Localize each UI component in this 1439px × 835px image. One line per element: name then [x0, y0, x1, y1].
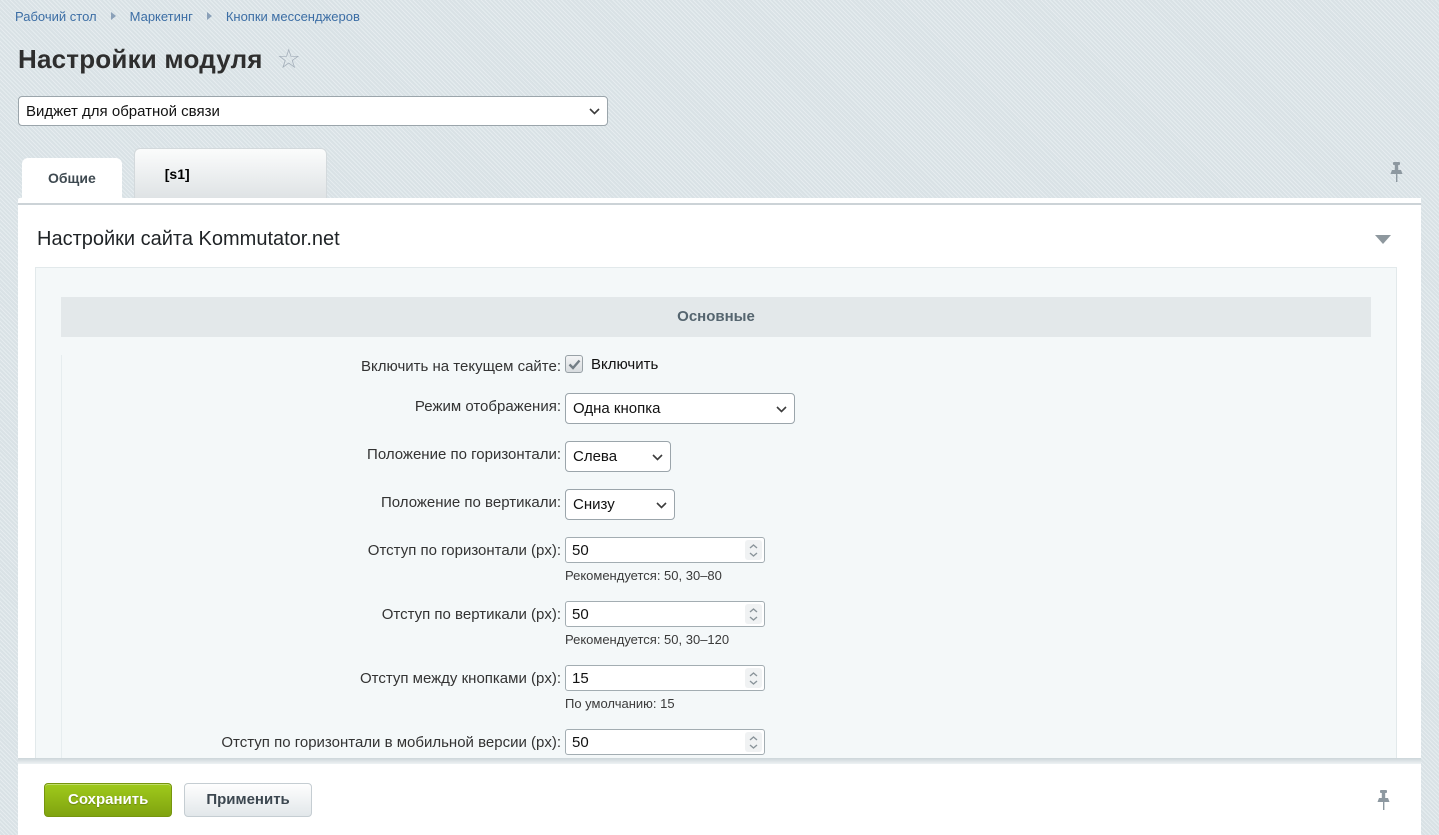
- mobile-horizontal-offset-input[interactable]: [565, 729, 765, 755]
- tab-general-label: Общие: [48, 170, 96, 186]
- settings-form-box: Основные Включить на текущем сайте:Включ…: [35, 267, 1397, 758]
- form-row-vertical-offset: Отступ по вертикали (px):Рекомендуется: …: [62, 601, 1371, 648]
- horizontal-position-select[interactable]: Слева: [565, 441, 671, 472]
- breadcrumb-separator-icon: [111, 12, 116, 20]
- form-row-vertical-position: Положение по вертикали:Снизу: [62, 489, 1371, 520]
- settings-panel: Настройки сайта Kommutator.net Основные …: [18, 205, 1421, 758]
- vertical-position-select-field: Снизу: [565, 489, 675, 520]
- mobile-horizontal-offset-number-field: [565, 729, 765, 755]
- vertical-offset-number-field: [565, 601, 765, 627]
- section-header: Основные: [61, 297, 1371, 337]
- pin-icon[interactable]: [1376, 789, 1391, 812]
- display-mode-select[interactable]: Одна кнопка: [565, 393, 795, 424]
- spinner-down-icon[interactable]: [749, 744, 758, 749]
- horizontal-offset-hint: Рекомендуется: 50, 30–80: [565, 568, 1371, 584]
- spinner-up-icon[interactable]: [749, 608, 758, 613]
- form-row-enable-on-site: Включить на текущем сайте: Включить: [62, 355, 1371, 376]
- spinner-up-icon[interactable]: [749, 544, 758, 549]
- spinner-down-icon[interactable]: [749, 680, 758, 685]
- button-gap-hint: По умолчанию: 15: [565, 696, 1371, 712]
- apply-button[interactable]: Применить: [184, 783, 311, 817]
- page-title-row: Настройки модуля ☆: [18, 45, 1421, 73]
- button-gap-label: Отступ между кнопками (px):: [62, 665, 565, 688]
- enable-on-site-label: Включить на текущем сайте:: [62, 355, 565, 376]
- form-row-button-gap: Отступ между кнопками (px):По умолчанию:…: [62, 665, 1371, 712]
- horizontal-offset-input[interactable]: [565, 537, 765, 563]
- horizontal-offset-number-field: [565, 537, 765, 563]
- pin-icon[interactable]: [1389, 161, 1404, 184]
- horizontal-position-label: Положение по горизонтали:: [62, 441, 565, 464]
- button-gap-control: По умолчанию: 15: [565, 665, 1371, 712]
- button-gap-spinner[interactable]: [745, 668, 762, 688]
- horizontal-offset-control: Рекомендуется: 50, 30–80: [565, 537, 1371, 584]
- page-title: Настройки модуля: [18, 44, 263, 75]
- breadcrumb-item-desktop[interactable]: Рабочий стол: [15, 9, 97, 24]
- display-mode-label: Режим отображения:: [62, 393, 565, 416]
- mobile-horizontal-offset-control: По умолчанию: как в десктопной версии (5…: [565, 729, 1371, 758]
- vertical-offset-input[interactable]: [565, 601, 765, 627]
- vertical-position-control: Снизу: [565, 489, 1371, 520]
- favorite-star-icon[interactable]: ☆: [277, 46, 301, 73]
- module-select-field: Виджет для обратной связи: [18, 96, 608, 126]
- vertical-offset-hint: Рекомендуется: 50, 30–120: [565, 632, 1371, 648]
- page: Рабочий стол Маркетинг Кнопки мессенджер…: [0, 0, 1439, 835]
- horizontal-position-control: Слева: [565, 441, 1371, 472]
- vertical-position-select[interactable]: Снизу: [565, 489, 675, 520]
- breadcrumb-item-marketing[interactable]: Маркетинг: [130, 9, 193, 24]
- mobile-horizontal-offset-spinner[interactable]: [745, 732, 762, 752]
- site-settings-title: Настройки сайта Kommutator.net: [37, 228, 340, 251]
- vertical-offset-label: Отступ по вертикали (px):: [62, 601, 565, 624]
- breadcrumb: Рабочий стол Маркетинг Кнопки мессенджер…: [15, 0, 1421, 24]
- spinner-up-icon[interactable]: [749, 672, 758, 677]
- footer-toolbar: Сохранить Применить: [18, 764, 1421, 835]
- display-mode-select-field: Одна кнопка: [565, 393, 795, 424]
- mobile-horizontal-offset-label: Отступ по горизонтали в мобильной версии…: [62, 729, 565, 752]
- enable-on-site-checkbox[interactable]: [565, 355, 583, 373]
- horizontal-offset-label: Отступ по горизонтали (px):: [62, 537, 565, 560]
- spinner-down-icon[interactable]: [749, 616, 758, 621]
- spinner-down-icon[interactable]: [749, 552, 758, 557]
- tabs-bar: Общие [s1]: [18, 148, 1421, 198]
- form-row-horizontal-offset: Отступ по горизонтали (px):Рекомендуется…: [62, 537, 1371, 584]
- enable-on-site-checkbox-label: Включить: [591, 356, 658, 373]
- tab-pin-strip: [18, 198, 1421, 205]
- display-mode-control: Одна кнопка: [565, 393, 1371, 424]
- site-settings-header: Настройки сайта Kommutator.net: [18, 205, 1421, 252]
- save-button[interactable]: Сохранить: [44, 783, 172, 817]
- collapse-arrow-icon[interactable]: [1375, 235, 1391, 244]
- spinner-up-icon[interactable]: [749, 736, 758, 741]
- enable-on-site-control: Включить: [565, 355, 1371, 373]
- breadcrumb-item-messenger-buttons[interactable]: Кнопки мессенджеров: [226, 9, 360, 24]
- form-row-display-mode: Режим отображения:Одна кнопка: [62, 393, 1371, 424]
- tab-s1[interactable]: [s1]: [134, 148, 327, 198]
- button-gap-input[interactable]: [565, 665, 765, 691]
- vertical-offset-control: Рекомендуется: 50, 30–120: [565, 601, 1371, 648]
- tab-general[interactable]: Общие: [22, 158, 122, 198]
- breadcrumb-separator-icon: [207, 12, 212, 20]
- vertical-offset-spinner[interactable]: [745, 604, 762, 624]
- tab-s1-label: [s1]: [165, 166, 190, 182]
- button-gap-number-field: [565, 665, 765, 691]
- form-rows: Включить на текущем сайте: Включить Режим …: [61, 355, 1371, 758]
- horizontal-position-select-field: Слева: [565, 441, 671, 472]
- module-select[interactable]: Виджет для обратной связи: [18, 96, 608, 126]
- form-row-mobile-horizontal-offset: Отступ по горизонтали в мобильной версии…: [62, 729, 1371, 758]
- form-row-horizontal-position: Положение по горизонтали:Слева: [62, 441, 1371, 472]
- vertical-position-label: Положение по вертикали:: [62, 489, 565, 512]
- horizontal-offset-spinner[interactable]: [745, 540, 762, 560]
